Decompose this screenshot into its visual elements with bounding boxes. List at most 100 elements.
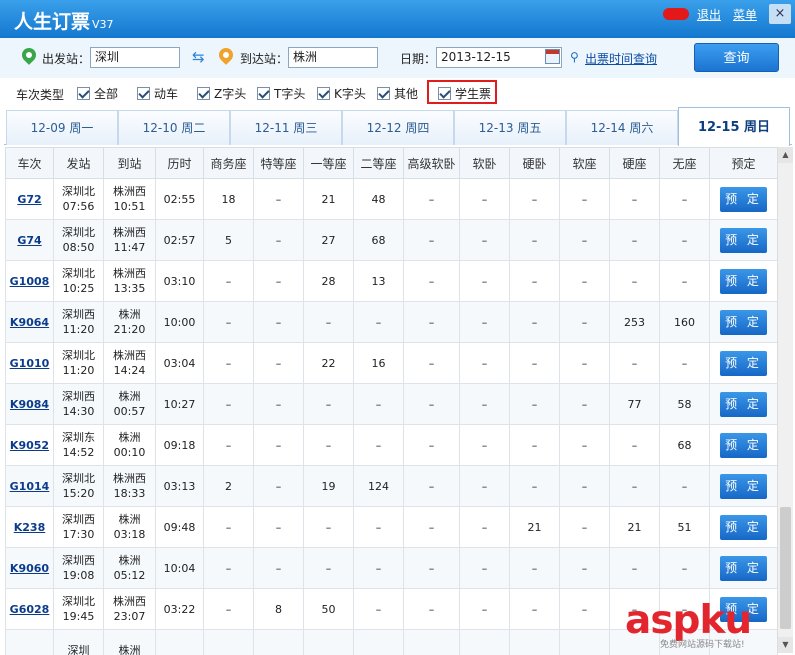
train-number-link[interactable]: G72 (17, 193, 41, 206)
seat-count-cell: – (303, 424, 354, 466)
scroll-thumb[interactable] (780, 507, 791, 629)
to-station-input[interactable]: 株洲 (288, 47, 378, 68)
vertical-scrollbar[interactable]: ▲ ▼ (777, 147, 793, 653)
close-icon[interactable]: × (769, 4, 791, 24)
seat-count-cell: – (203, 342, 254, 384)
scroll-down-icon[interactable]: ▼ (778, 637, 793, 653)
duration-cell: 10:04 (155, 547, 204, 589)
swap-icon[interactable]: ⇆ (192, 48, 205, 66)
train-number-link[interactable]: K9064 (10, 316, 49, 329)
schedule-query-link[interactable]: 出票时间查询 (585, 50, 657, 67)
column-header[interactable]: 一等座 (303, 147, 354, 179)
column-header[interactable]: 无座 (659, 147, 710, 179)
table-row[interactable]: G72 深圳北 07:56 株洲西 10:51 02:55 18–21 48– – – – – – 预 定 (5, 178, 778, 220)
tab-date[interactable]: 12-12 周四 (342, 110, 454, 145)
table-row[interactable]: G1010 深圳北 11:20 株洲西 14:24 03:04– –22 16– – – – – – 预 … (5, 342, 778, 384)
book-button[interactable]: 预 定 (720, 514, 767, 540)
book-button[interactable]: 预 定 (720, 268, 767, 294)
filter-z[interactable]: Z字头 (197, 85, 246, 102)
column-header[interactable]: 软座 (559, 147, 610, 179)
tab-date[interactable]: 12-14 周六 (566, 110, 678, 145)
column-header[interactable]: 硬卧 (509, 147, 560, 179)
filter-k[interactable]: K字头 (317, 85, 366, 102)
table-row[interactable]: G74 深圳北 08:50 株洲西 11:47 02:57 5–27 68– – – – – – 预 定 (5, 219, 778, 261)
table-row[interactable]: K9064 深圳西 11:20 株洲 21:20 10:00– – – – – – – –253 160 预… (5, 301, 778, 343)
menu-link[interactable]: 菜单 (733, 6, 757, 23)
column-header[interactable]: 软卧 (459, 147, 510, 179)
filter-other[interactable]: 其他 (377, 85, 418, 102)
train-number-link[interactable]: G1008 (10, 275, 50, 288)
train-number-link[interactable]: K9060 (10, 562, 49, 575)
train-number-link[interactable]: G1010 (10, 357, 50, 370)
calendar-icon[interactable] (545, 49, 560, 64)
seat-count-cell: – (609, 547, 660, 589)
tab-date[interactable]: 12-11 周三 (230, 110, 342, 145)
checkbox-checked-icon[interactable] (377, 87, 390, 100)
arrival-time: 03:18 (113, 528, 146, 541)
column-header[interactable]: 高级软卧 (403, 147, 460, 179)
checkbox-checked-icon[interactable] (438, 87, 451, 100)
column-header[interactable]: 历时 (155, 147, 204, 179)
checkbox-checked-icon[interactable] (197, 87, 210, 100)
tab-date[interactable]: 12-13 周五 (454, 110, 566, 145)
book-button[interactable]: 预 定 (720, 391, 767, 417)
seat-count-cell: – (203, 588, 254, 630)
scroll-up-icon[interactable]: ▲ (778, 147, 793, 163)
date-input[interactable]: 2013-12-15 (436, 47, 562, 68)
query-button[interactable]: 查询 (694, 43, 779, 72)
book-button[interactable]: 预 定 (720, 432, 767, 458)
seat-count-cell: – (353, 547, 404, 589)
book-button[interactable]: 预 定 (720, 473, 767, 499)
duration-cell: 03:04 (155, 342, 204, 384)
logout-link[interactable]: 退出 (697, 6, 721, 23)
train-number-link[interactable]: G6028 (10, 603, 50, 616)
table-row[interactable]: G1014 深圳北 15:20 株洲西 18:33 03:13 2–19 124– – – – – – 预… (5, 465, 778, 507)
column-header[interactable]: 商务座 (203, 147, 254, 179)
tab-date[interactable]: 12-09 周一 (6, 110, 118, 145)
book-cell: 预 定 (709, 506, 778, 548)
table-row[interactable]: K9084 深圳西 14:30 株洲 00:57 10:27– – – – – – – –77 58 预 定 (5, 383, 778, 425)
train-number-cell: K9060 (5, 547, 54, 589)
seat-count-cell (509, 629, 560, 655)
filter-emu[interactable]: 动车 (137, 85, 178, 102)
checkbox-checked-icon[interactable] (317, 87, 330, 100)
table-row[interactable]: K9060 深圳西 19:08 株洲 05:12 10:04– – – – – – – – – – 预 定 (5, 547, 778, 589)
train-number-cell (5, 629, 54, 655)
filter-all[interactable]: 全部 (77, 85, 118, 102)
book-button[interactable]: 预 定 (720, 350, 767, 376)
departure-time: 19:45 (62, 610, 95, 623)
filter-t[interactable]: T字头 (257, 85, 305, 102)
train-number-link[interactable]: G1014 (10, 480, 50, 493)
tab-date-active[interactable]: 12-15 周日 (678, 107, 790, 146)
column-header[interactable]: 车次 (5, 147, 54, 179)
column-header[interactable]: 硬座 (609, 147, 660, 179)
app-title-text: 人生订票 (14, 11, 91, 33)
train-number-link[interactable]: K9052 (10, 439, 49, 452)
train-number-link[interactable]: K238 (14, 521, 46, 534)
book-button[interactable]: 预 定 (720, 227, 767, 253)
checkbox-checked-icon[interactable] (77, 87, 90, 100)
book-button[interactable]: 预 定 (720, 186, 767, 212)
book-cell: 预 定 (709, 424, 778, 466)
column-header[interactable]: 特等座 (253, 147, 304, 179)
tab-date[interactable]: 12-10 周二 (118, 110, 230, 145)
column-header[interactable]: 发站 (53, 147, 104, 179)
seat-count-cell: – (203, 506, 254, 548)
table-row[interactable]: K9052 深圳东 14:52 株洲 00:10 09:18– – – – – – – – –68 预 定 (5, 424, 778, 466)
book-button[interactable]: 预 定 (720, 555, 767, 581)
book-button[interactable]: 预 定 (720, 309, 767, 335)
train-number-link[interactable]: K9084 (10, 398, 49, 411)
train-number-link[interactable]: G74 (17, 234, 41, 247)
checkbox-checked-icon[interactable] (257, 87, 270, 100)
table-row[interactable]: K238 深圳西 17:30 株洲 03:18 09:48– – – – – –21–21 51 预 定 (5, 506, 778, 548)
checkbox-checked-icon[interactable] (137, 87, 150, 100)
from-station-input[interactable]: 深圳 (90, 47, 180, 68)
column-header[interactable]: 到站 (103, 147, 156, 179)
column-header[interactable]: 预定 (709, 147, 778, 179)
table-row[interactable]: G1008 深圳北 10:25 株洲西 13:35 03:10– –28 13– – – – – – 预 … (5, 260, 778, 302)
departure-time: 14:52 (62, 446, 95, 459)
column-header[interactable]: 二等座 (353, 147, 404, 179)
seat-count-cell: – (353, 424, 404, 466)
seat-count-cell: – (509, 260, 560, 302)
filter-student[interactable]: 学生票 (438, 85, 491, 102)
